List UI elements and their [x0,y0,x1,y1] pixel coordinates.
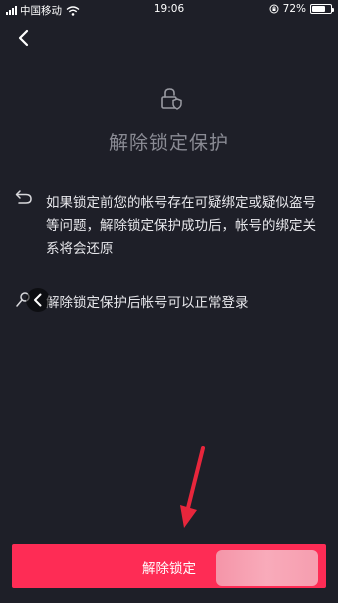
annotation-arrow [180,446,205,528]
blur-overlay [216,550,318,586]
